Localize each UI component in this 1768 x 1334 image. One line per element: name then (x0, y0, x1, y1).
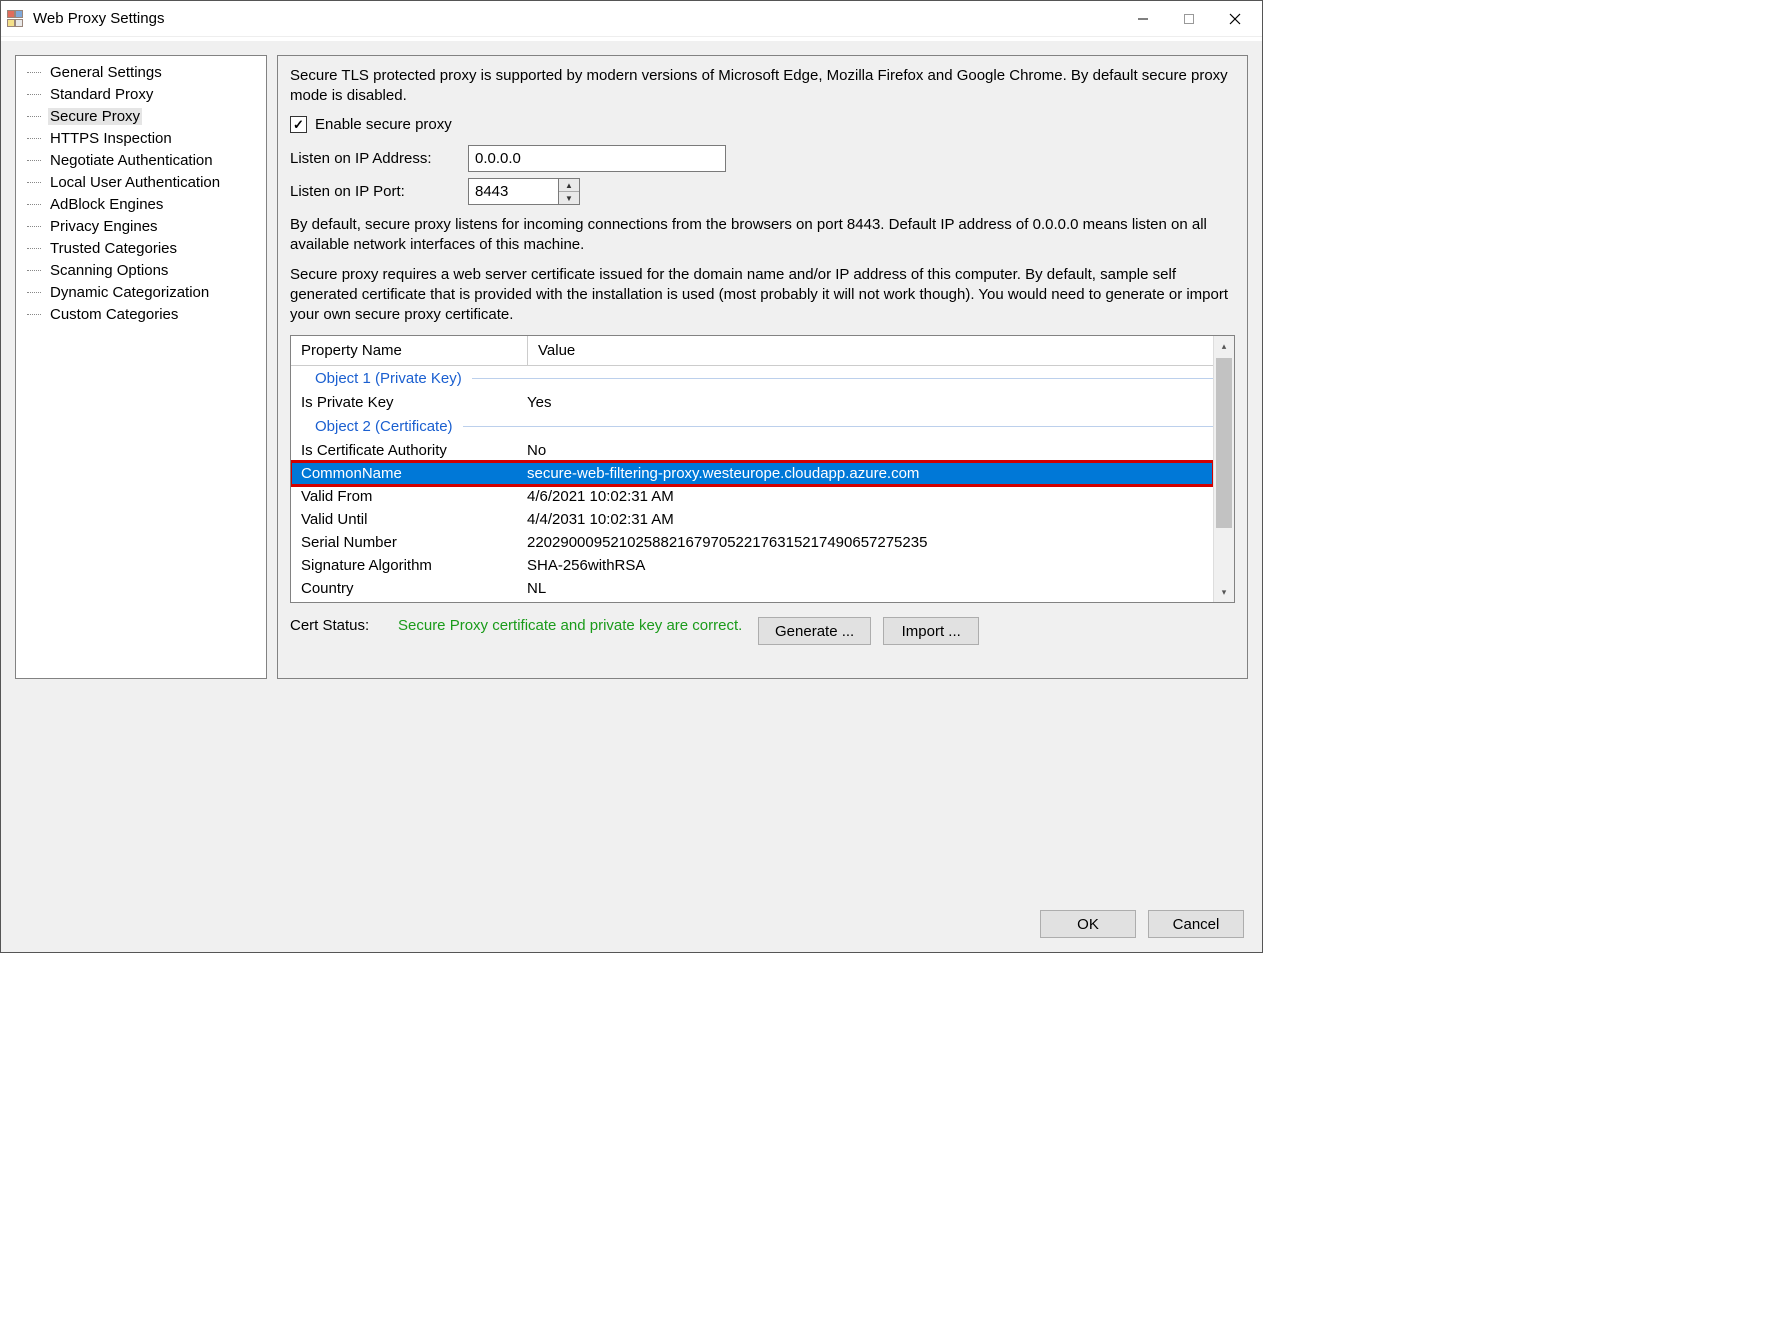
note-certificate: Secure proxy requires a web server certi… (290, 265, 1235, 325)
grid-row-commonname[interactable]: CommonName secure-web-filtering-proxy.we… (291, 462, 1213, 485)
grid-header-property[interactable]: Property Name (301, 342, 527, 359)
grid-row[interactable]: Is Certificate Authority No (291, 439, 1213, 462)
port-spinner[interactable]: ▲ ▼ (558, 178, 580, 205)
grid-row[interactable]: Signature Algorithm SHA-256withRSA (291, 554, 1213, 577)
tree-item-adblock-engines[interactable]: AdBlock Engines (24, 194, 258, 216)
close-icon (1229, 13, 1241, 25)
cancel-button[interactable]: Cancel (1148, 910, 1244, 938)
tree-item-privacy-engines[interactable]: Privacy Engines (24, 216, 258, 238)
grid-row[interactable]: Is Private Key Yes (291, 391, 1213, 414)
ok-button[interactable]: OK (1040, 910, 1136, 938)
tree-item-local-user-authentication[interactable]: Local User Authentication (24, 172, 258, 194)
import-button[interactable]: Import ... (883, 617, 979, 645)
tree-item-scanning-options[interactable]: Scanning Options (24, 260, 258, 282)
maximize-icon (1183, 13, 1195, 25)
grid-header: Property Name Value (291, 336, 1213, 366)
grid-scrollbar[interactable]: ▴ ▾ (1213, 336, 1234, 602)
grid-section-private-key: Object 1 (Private Key) (291, 366, 1213, 391)
settings-tree[interactable]: General Settings Standard Proxy Secure P… (15, 55, 267, 679)
tree-item-standard-proxy[interactable]: Standard Proxy (24, 84, 258, 106)
scroll-up-icon[interactable]: ▴ (1214, 336, 1234, 356)
grid-row[interactable]: Serial Number 22029000952102588216797052… (291, 531, 1213, 554)
listen-ip-input[interactable]: 0.0.0.0 (468, 145, 726, 172)
grid-row[interactable]: Valid From 4/6/2021 10:02:31 AM (291, 485, 1213, 508)
scroll-down-icon[interactable]: ▾ (1214, 582, 1234, 602)
minimize-icon (1137, 13, 1149, 25)
dialog-content: General Settings Standard Proxy Secure P… (1, 41, 1262, 952)
enable-secure-proxy-label: Enable secure proxy (315, 116, 452, 133)
spinner-up-icon[interactable]: ▲ (559, 179, 579, 192)
enable-secure-proxy-checkbox[interactable] (290, 116, 307, 133)
certificate-grid[interactable]: Property Name Value Object 1 (Private Ke… (290, 335, 1235, 603)
maximize-button[interactable] (1166, 1, 1212, 36)
tree-item-secure-proxy[interactable]: Secure Proxy (24, 106, 258, 128)
title-bar: Web Proxy Settings (1, 1, 1262, 37)
grid-section-certificate: Object 2 (Certificate) (291, 414, 1213, 439)
tree-item-negotiate-authentication[interactable]: Negotiate Authentication (24, 150, 258, 172)
spinner-down-icon[interactable]: ▼ (559, 192, 579, 204)
tree-item-custom-categories[interactable]: Custom Categories (24, 304, 258, 326)
minimize-button[interactable] (1120, 1, 1166, 36)
tree-item-dynamic-categorization[interactable]: Dynamic Categorization (24, 282, 258, 304)
tree-item-https-inspection[interactable]: HTTPS Inspection (24, 128, 258, 150)
scroll-thumb[interactable] (1216, 358, 1232, 528)
grid-header-value[interactable]: Value (538, 342, 1213, 359)
tree-item-general-settings[interactable]: General Settings (24, 62, 258, 84)
grid-row[interactable]: Valid Until 4/4/2031 10:02:31 AM (291, 508, 1213, 531)
close-button[interactable] (1212, 1, 1258, 36)
generate-button[interactable]: Generate ... (758, 617, 871, 645)
grid-row[interactable]: Country NL (291, 577, 1213, 600)
listen-port-input[interactable]: 8443 (468, 178, 558, 205)
app-icon (7, 10, 25, 28)
listen-port-label: Listen on IP Port: (290, 183, 468, 200)
grid-row[interactable]: Province Noord-Holland (291, 600, 1213, 602)
cert-status-label: Cert Status: (290, 617, 398, 634)
intro-text: Secure TLS protected proxy is supported … (290, 66, 1235, 106)
note-default-port: By default, secure proxy listens for inc… (290, 215, 1235, 255)
secure-proxy-panel: Secure TLS protected proxy is supported … (277, 55, 1248, 679)
listen-ip-label: Listen on IP Address: (290, 150, 468, 167)
cert-status-value: Secure Proxy certificate and private key… (398, 617, 758, 634)
window-title: Web Proxy Settings (33, 10, 1120, 27)
tree-item-trusted-categories[interactable]: Trusted Categories (24, 238, 258, 260)
